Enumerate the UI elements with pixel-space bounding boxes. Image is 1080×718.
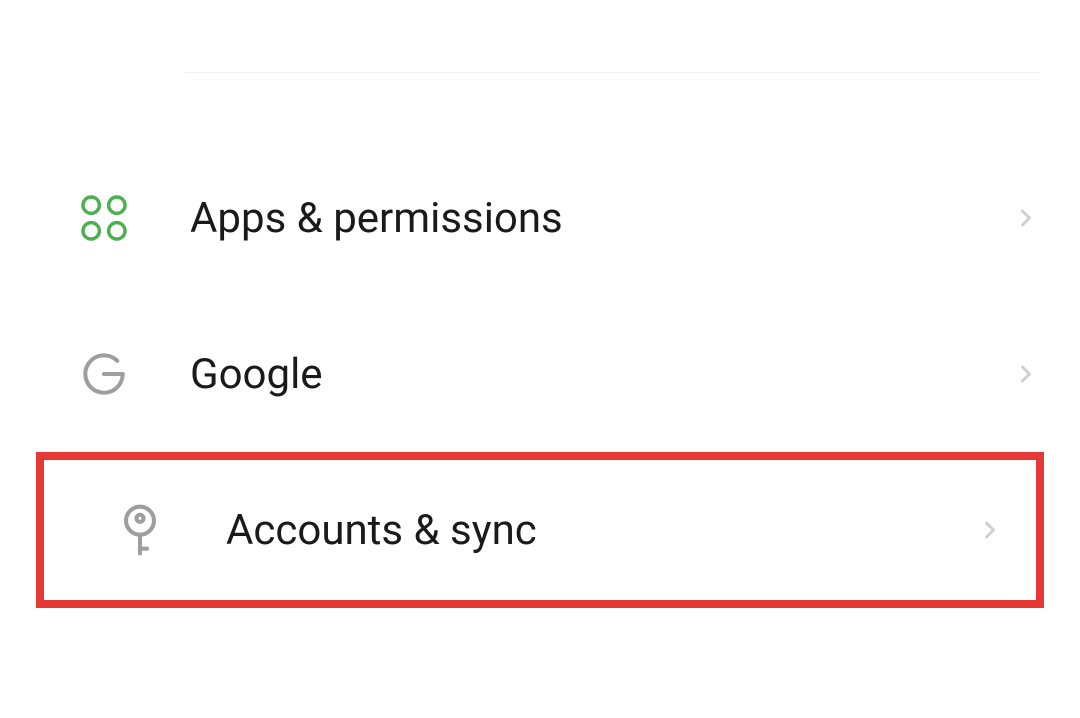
google-icon <box>76 346 132 402</box>
chevron-right-icon <box>1012 204 1040 232</box>
settings-item-apps-permissions[interactable]: Apps & permissions <box>0 140 1080 296</box>
key-icon <box>112 502 168 558</box>
section-divider <box>185 72 1040 73</box>
settings-list: Apps & permissions Google <box>0 140 1080 608</box>
settings-item-google[interactable]: Google <box>0 296 1080 452</box>
apps-icon <box>76 190 132 246</box>
chevron-right-icon <box>1012 360 1040 388</box>
settings-item-accounts-sync[interactable]: Accounts & sync <box>36 452 1044 608</box>
settings-item-label: Apps & permissions <box>190 194 1012 243</box>
settings-item-label: Google <box>190 350 1012 399</box>
settings-item-label: Accounts & sync <box>226 506 976 555</box>
chevron-right-icon <box>976 516 1004 544</box>
